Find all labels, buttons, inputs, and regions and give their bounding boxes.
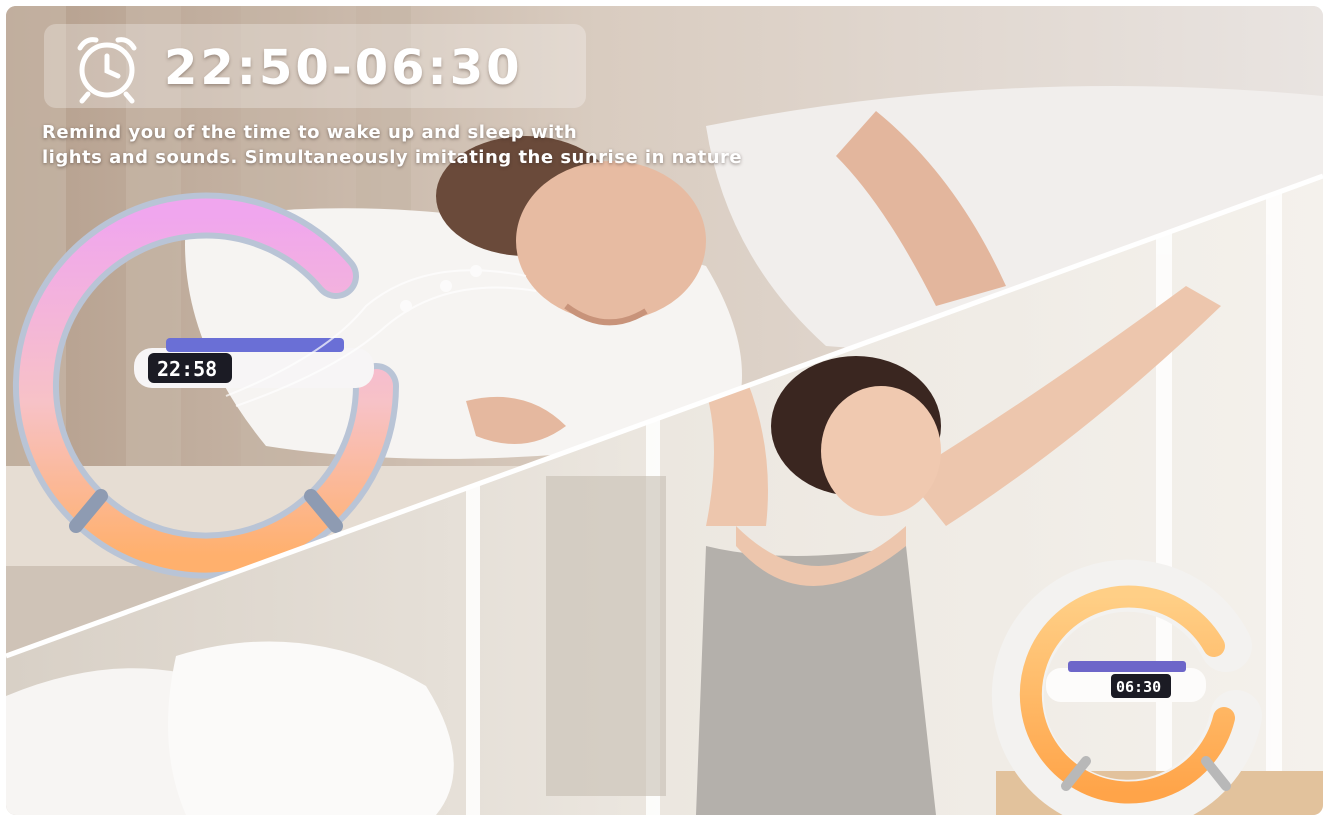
feature-caption: Remind you of the time to wake up and sl… xyxy=(42,120,882,170)
product-image: 22:58 06:30 22:50-06:30 Remind you of th… xyxy=(6,6,1323,815)
morning-clock-display: 06:30 xyxy=(1116,678,1161,696)
alarm-time-range: 22:50-06:30 xyxy=(164,40,523,96)
caption-line-1: Remind you of the time to wake up and sl… xyxy=(42,122,578,143)
caption-line-2: lights and sounds. Simultaneously imitat… xyxy=(42,147,743,168)
alarm-clock-icon xyxy=(77,37,137,104)
night-clock-display: 22:58 xyxy=(157,357,217,381)
